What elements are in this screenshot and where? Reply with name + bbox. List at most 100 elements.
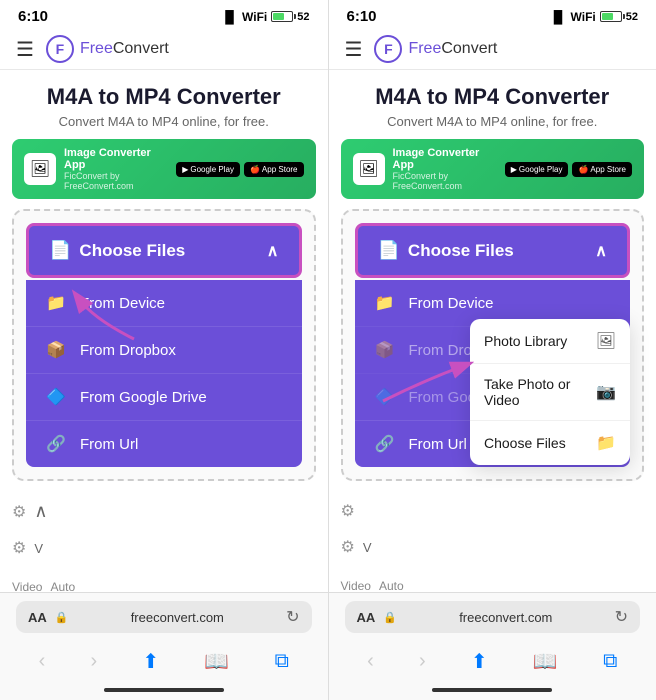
video-label-left: Video [12, 580, 42, 592]
hamburger-icon-left[interactable]: ☰ [16, 37, 34, 62]
take-photo-label: Take Photo or Video [484, 376, 596, 408]
ad-text-left: Image Converter App FicConvert by FreeCo… [64, 147, 168, 191]
gear-icon-2-right: ⚙ [341, 537, 355, 557]
app-store-btn-right[interactable]: 🍎 App Store [572, 162, 632, 177]
choose-files-label-left: Choose Files [79, 241, 185, 261]
home-indicator-right [432, 688, 552, 692]
url-bar-right: AA 🔒 freeconvert.com ↻ [345, 601, 641, 633]
folder-icon: 📁 [596, 433, 616, 453]
url-aa-right[interactable]: AA [357, 610, 376, 625]
share-btn-left[interactable]: ⬆ [134, 645, 167, 678]
ad-icon-left: 🖼 [24, 153, 56, 185]
auto-label-right: Auto [379, 579, 404, 592]
choose-files-btn-right[interactable]: 📄 Choose Files ∧ [355, 223, 631, 278]
gdrive-label-left: From Google Drive [80, 389, 207, 406]
forward-btn-left[interactable]: › [83, 646, 106, 677]
sub-item-choose-files[interactable]: Choose Files 📁 [470, 421, 630, 465]
ad-text-right: Image Converter App FicConvert by FreeCo… [393, 147, 497, 191]
dropdown-item-gdrive-left[interactable]: 🔷 From Google Drive [26, 373, 302, 420]
device-label-right: From Device [409, 295, 494, 312]
photo-library-label: Photo Library [484, 333, 567, 349]
logo-circle-left: F [46, 35, 74, 63]
safari-toolbar-right: ‹ › ⬆ 📖 ⧉ [345, 641, 641, 682]
logo-circle-right: F [374, 35, 402, 63]
dropbox-label-left: From Dropbox [80, 342, 176, 359]
dropdown-item-dropbox-left[interactable]: 📦 From Dropbox [26, 326, 302, 373]
gear-icon-left: ⚙ [12, 502, 26, 522]
back-btn-left[interactable]: ‹ [31, 646, 54, 677]
sub-item-take-photo[interactable]: Take Photo or Video 📷 [470, 364, 630, 421]
refresh-icon-left[interactable]: ↻ [286, 607, 299, 627]
device-label-left: From Device [80, 295, 165, 312]
settings-row-2-left: ⚙ V [12, 530, 316, 566]
chevron-up-icon-right: ∧ [595, 241, 607, 261]
status-time-left: 6:10 [18, 8, 48, 25]
status-time-right: 6:10 [347, 8, 377, 25]
share-btn-right[interactable]: ⬆ [463, 645, 496, 678]
tabs-btn-right[interactable]: ⧉ [595, 646, 625, 677]
battery-icon-left [271, 11, 293, 22]
upload-area-right: 📄 Choose Files ∧ 📁 From Device 📦 From Dr… [341, 209, 645, 481]
google-play-btn-left[interactable]: ▶ Google Play [176, 162, 240, 177]
settings-row-1-left: ⚙ ∧ [12, 493, 316, 530]
dropbox-icon-left: 📦 [46, 340, 66, 360]
home-indicator-left [104, 688, 224, 692]
status-icons-right: ▐▌ WiFi 52 [550, 10, 638, 24]
video-row-right: Video Auto [329, 573, 656, 592]
choose-files-label-right: Choose Files [408, 241, 514, 261]
status-bar-right: 6:10 ▐▌ WiFi 52 [329, 0, 656, 29]
bookmarks-btn-left[interactable]: 📖 [196, 645, 237, 678]
choose-files-sub-label: Choose Files [484, 435, 566, 451]
page-content-left: M4A to MP4 Converter Convert M4A to MP4 … [0, 70, 328, 592]
settings-area-right: ⚙ ⚙ V [329, 485, 656, 573]
ad-banner-left[interactable]: 🖼 Image Converter App FicConvert by Free… [12, 139, 316, 199]
dropdown-menu-left: 📁 From Device 📦 From Dropbox 🔷 From Goog… [26, 280, 302, 467]
status-bar-left: 6:10 ▐▌ WiFi 52 [0, 0, 328, 29]
nav-bar-left: ☰ F FreeConvert [0, 29, 328, 70]
app-store-btn-left[interactable]: 🍎 App Store [244, 162, 304, 177]
signal-icon-right: ▐▌ [550, 10, 567, 24]
ad-sub-left: FicConvert by FreeConvert.com [64, 171, 168, 191]
settings-chevron-left: ∧ [34, 501, 47, 522]
ad-banner-right[interactable]: 🖼 Image Converter App FicConvert by Free… [341, 139, 645, 199]
wifi-icon-left: WiFi [242, 10, 267, 24]
forward-btn-right[interactable]: › [411, 646, 434, 677]
choose-files-btn-left[interactable]: 📄 Choose Files ∧ [26, 223, 302, 278]
signal-icon-left: ▐▌ [221, 10, 238, 24]
gdrive-icon-left: 🔷 [46, 387, 66, 407]
page-content-right: M4A to MP4 Converter Convert M4A to MP4 … [329, 70, 656, 592]
dropdown-item-device-left[interactable]: 📁 From Device [26, 280, 302, 326]
bookmarks-btn-right[interactable]: 📖 [525, 645, 566, 678]
video-row-left: Video Auto [0, 574, 328, 592]
url-domain-right: freeconvert.com [405, 610, 607, 625]
hamburger-icon-right[interactable]: ☰ [345, 37, 363, 62]
tabs-btn-left[interactable]: ⧉ [267, 646, 297, 677]
url-label-right: From Url [409, 436, 467, 453]
logo-area-right: F FreeConvert [374, 35, 497, 63]
right-phone-panel: 6:10 ▐▌ WiFi 52 ☰ F FreeConvert M4A to M… [329, 0, 656, 700]
gear-icon-2-left: ⚙ [12, 538, 26, 558]
upload-area-left: 📄 Choose Files ∧ 📁 From Device 📦 From Dr… [12, 209, 316, 481]
auto-label-left: Auto [50, 580, 75, 592]
dropbox-icon-right: 📦 [375, 340, 395, 360]
photo-library-icon: 🖼 [596, 331, 616, 351]
bottom-bar-left: AA 🔒 freeconvert.com ↻ ‹ › ⬆ 📖 ⧉ [0, 592, 328, 700]
url-label-left: From Url [80, 436, 138, 453]
sub-item-photo-library[interactable]: Photo Library 🖼 [470, 319, 630, 364]
page-title-left: M4A to MP4 Converter [0, 70, 328, 114]
ad-icon-right: 🖼 [353, 153, 385, 185]
ad-title-right: Image Converter App [393, 147, 497, 171]
left-phone-panel: 6:10 ▐▌ WiFi 52 ☰ F FreeConvert M4A to M… [0, 0, 328, 700]
page-title-right: M4A to MP4 Converter [329, 70, 656, 114]
dropdown-item-url-left[interactable]: 🔗 From Url [26, 420, 302, 467]
page-subtitle-left: Convert M4A to MP4 online, for free. [0, 114, 328, 139]
back-btn-right[interactable]: ‹ [359, 646, 382, 677]
url-aa-left[interactable]: AA [28, 610, 47, 625]
ad-buttons-left: ▶ Google Play 🍎 App Store [176, 162, 303, 177]
file-icon-right: 📄 [378, 240, 400, 261]
google-play-btn-right[interactable]: ▶ Google Play [505, 162, 569, 177]
status-icons-left: ▐▌ WiFi 52 [221, 10, 309, 24]
refresh-icon-right[interactable]: ↻ [615, 607, 628, 627]
settings-area-left: ⚙ ∧ ⚙ V [0, 485, 328, 574]
nav-bar-right: ☰ F FreeConvert [329, 29, 656, 70]
